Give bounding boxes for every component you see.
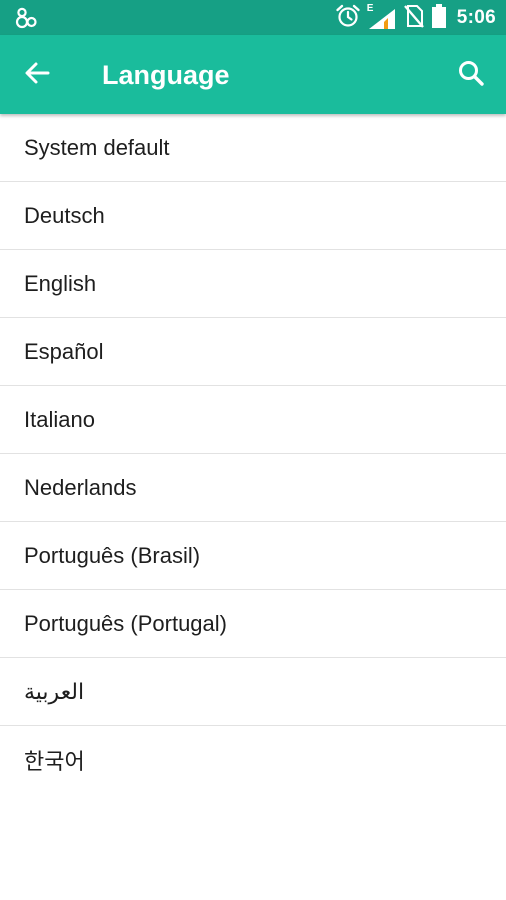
search-icon: [457, 59, 485, 92]
signal-icon: E: [366, 3, 397, 31]
language-label: Português (Brasil): [24, 542, 201, 568]
language-label: Español: [24, 338, 104, 364]
language-item-espanol[interactable]: Español: [0, 318, 506, 386]
app-notification-icon: [14, 6, 38, 30]
no-sim-icon: [403, 3, 425, 34]
language-item-english[interactable]: English: [0, 250, 506, 318]
language-label: Italiano: [24, 406, 95, 432]
search-button[interactable]: [452, 56, 490, 94]
language-item-deutsch[interactable]: Deutsch: [0, 182, 506, 250]
app-bar: Language: [0, 35, 506, 114]
status-bar: E 5:06: [0, 0, 506, 35]
language-label: العربية: [24, 678, 85, 704]
language-label: 한국어: [24, 748, 85, 774]
page-title: Language: [102, 60, 230, 90]
language-item-nederlands[interactable]: Nederlands: [0, 454, 506, 522]
back-button[interactable]: [18, 56, 56, 94]
language-item-system-default[interactable]: System default: [0, 114, 506, 182]
alarm-icon: [335, 3, 361, 34]
language-list: System default Deutsch English Español I…: [0, 114, 506, 793]
language-label: System default: [24, 134, 170, 160]
language-item-portugues-portugal[interactable]: Português (Portugal): [0, 590, 506, 658]
language-item-arabic[interactable]: العربية: [0, 658, 506, 726]
language-item-korean[interactable]: 한국어: [0, 726, 506, 793]
language-label: Deutsch: [24, 202, 105, 228]
network-type-label: E: [366, 3, 374, 14]
language-label: Português (Portugal): [24, 610, 227, 636]
language-item-italiano[interactable]: Italiano: [0, 386, 506, 454]
language-item-portugues-brasil[interactable]: Português (Brasil): [0, 522, 506, 590]
battery-icon: [431, 3, 447, 34]
status-icons: E 5:06: [329, 3, 496, 34]
arrow-left-icon: [23, 59, 51, 92]
language-label: English: [24, 270, 97, 296]
language-label: Nederlands: [24, 474, 137, 500]
clock: 5:06: [456, 7, 496, 28]
